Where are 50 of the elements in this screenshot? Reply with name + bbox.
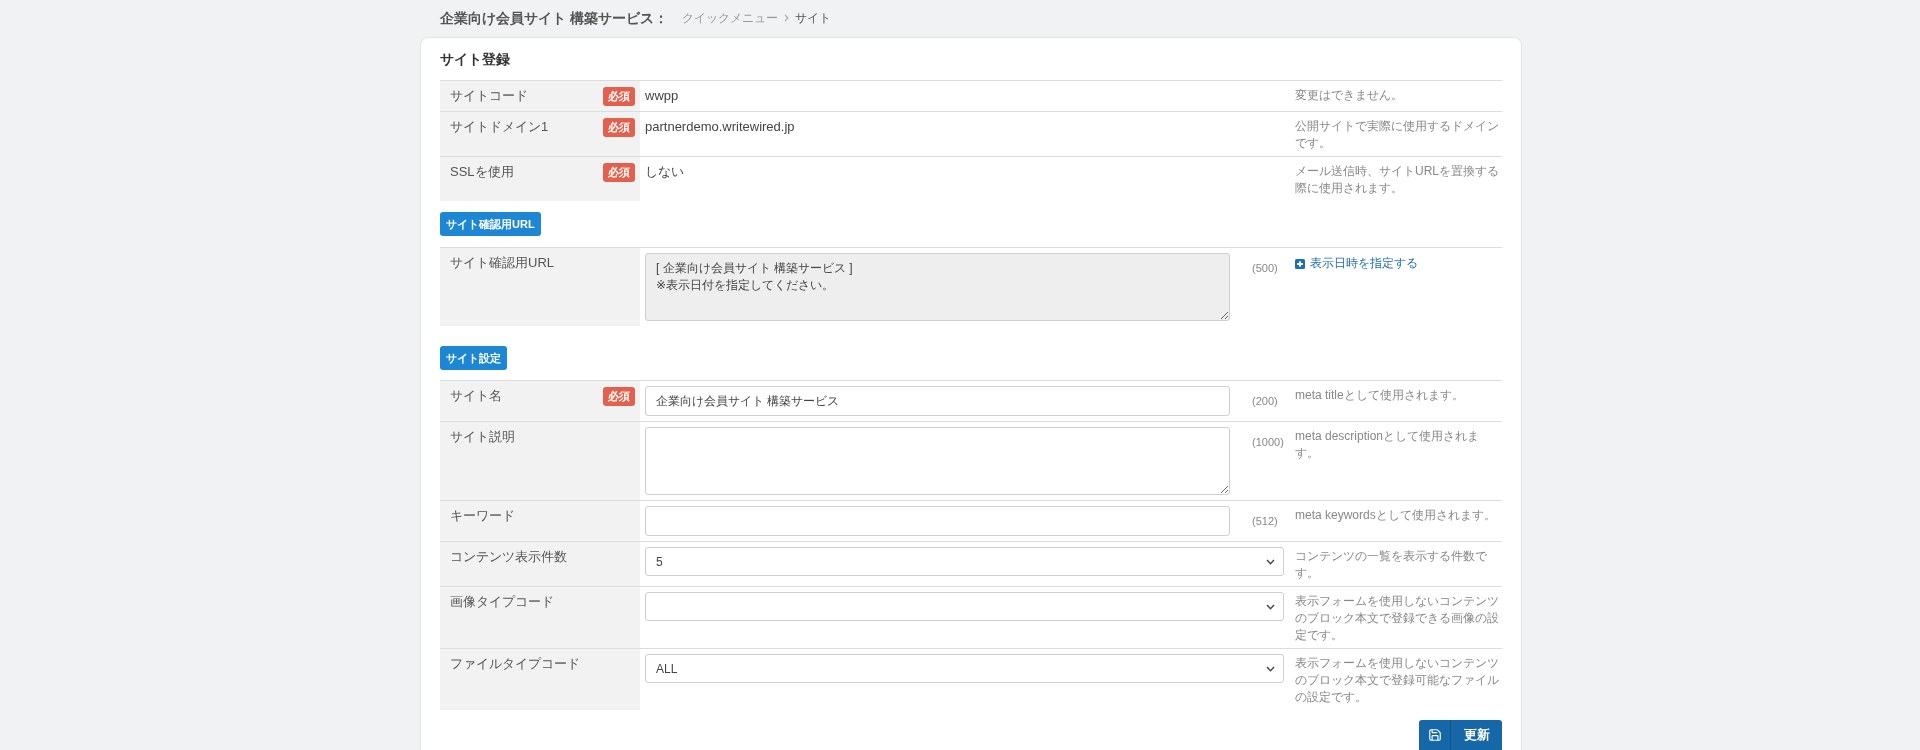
field-label: サイト確認用URL [450,254,554,272]
required-tag: 必須 [603,118,635,137]
field-label: ファイルタイプコード [450,655,580,673]
section-heading: サイト確認用URL [440,212,541,236]
chevron-down-icon [1266,665,1275,672]
chevron-right-icon [783,13,789,22]
field-note: meta descriptionとして使用されます。 [1295,428,1481,462]
field-note: 表示フォームを使用しないコンテンツのブロック本文で登録できる画像の設定です。 [1295,593,1500,644]
update-button[interactable]: 更新 [1419,720,1502,750]
field-label: 画像タイプコード [450,593,554,611]
field-label: サイトコード [450,87,528,105]
select-field[interactable]: 5 [645,547,1284,576]
field-note: 表示フォームを使用しないコンテンツのブロック本文で登録可能なファイルの設定です。 [1295,655,1500,706]
breadcrumb-item[interactable]: サイト [794,10,831,27]
field-label: サイト名 [450,387,502,405]
max-length: (200) [1252,394,1278,409]
select-field[interactable] [645,592,1284,621]
page-title: 企業向け会員サイト 構築サービス： [440,9,668,28]
plus-square-icon [1295,258,1305,269]
set-display-date-link[interactable]: 表示日時を指定する [1295,255,1418,272]
field-label: サイトドメイン1 [450,118,549,136]
field-value: partnerdemo.writewired.jp [645,118,795,136]
required-tag: 必須 [603,87,635,106]
textarea-field[interactable]: [ 企業向け会員サイト 構築サービス ] ※表示日付を指定してください。 [645,253,1230,321]
card-title: サイト登録 [440,50,511,69]
field-note: 公開サイトで実際に使用するドメインです。 [1295,118,1500,152]
text-input[interactable]: 企業向け会員サイト 構築サービス [645,386,1230,416]
max-length: (500) [1252,261,1278,276]
text-input[interactable] [645,506,1230,536]
field-note: meta keywordsとして使用されます。 [1295,507,1496,524]
field-note: 変更はできません。 [1295,87,1403,104]
field-label: キーワード [450,507,515,525]
field-note: meta titleとして使用されます。 [1295,387,1464,404]
section-heading: サイト設定 [440,346,507,370]
field-note: メール送信時、サイトURLを置換する際に使用されます。 [1295,163,1500,197]
save-icon [1427,728,1442,742]
field-label: コンテンツ表示件数 [450,548,567,566]
textarea-field[interactable] [645,427,1230,495]
required-tag: 必須 [603,387,635,406]
max-length: (1000) [1252,435,1284,450]
select-field[interactable]: ALL [645,654,1284,683]
chevron-down-icon [1266,558,1275,565]
field-label: サイト説明 [450,428,515,446]
field-value: wwpp [645,87,679,105]
max-length: (512) [1252,514,1278,529]
field-note: コンテンツの一覧を表示する件数です。 [1295,548,1488,582]
field-label: SSLを使用 [450,163,514,181]
chevron-down-icon [1266,603,1275,610]
field-value: しない [645,163,684,181]
required-tag: 必須 [603,163,635,182]
